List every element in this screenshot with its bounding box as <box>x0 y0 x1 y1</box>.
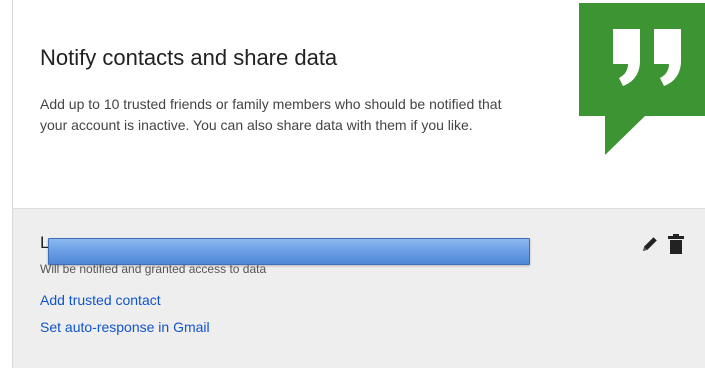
card-header: Notify contacts and share data Add up to… <box>13 0 705 208</box>
gmail-auto-response-link[interactable]: Set auto-response in Gmail <box>40 319 210 335</box>
quote-icon <box>579 3 705 158</box>
trash-icon[interactable] <box>668 234 684 254</box>
header-description: Add up to 10 trusted friends or family m… <box>40 96 502 133</box>
notify-contacts-card: Notify contacts and share data Add up to… <box>12 0 705 368</box>
redaction-overlay <box>48 238 530 265</box>
add-trusted-contact-link[interactable]: Add trusted contact <box>40 292 161 308</box>
page-title: Notify contacts and share data <box>40 45 338 70</box>
contact-actions <box>641 234 684 254</box>
contact-status: Will be notified and granted access to d… <box>40 262 267 276</box>
trusted-contact-section: L Will be notified and granted access to… <box>13 209 705 368</box>
pencil-icon[interactable] <box>641 235 659 253</box>
